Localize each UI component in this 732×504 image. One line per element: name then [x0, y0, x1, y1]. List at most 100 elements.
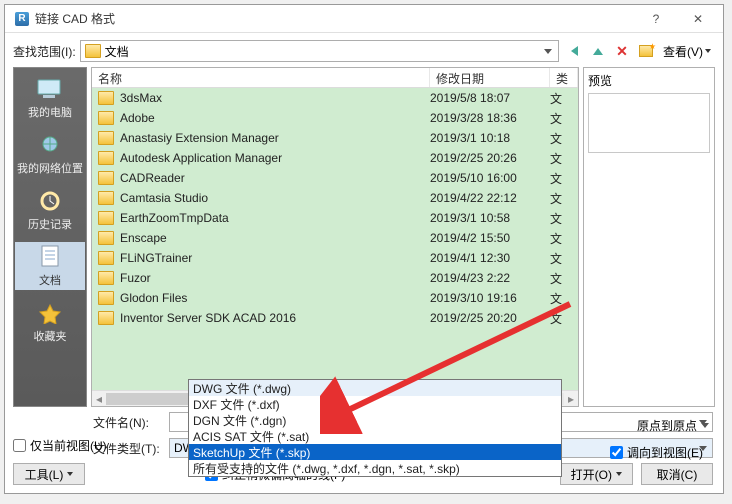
- file-list-header: 名称 修改日期 类: [92, 68, 578, 88]
- cancel-button[interactable]: 取消(C): [641, 463, 713, 485]
- scroll-right-icon[interactable]: ▸: [564, 392, 578, 406]
- folder-icon: [98, 131, 114, 145]
- delete-button[interactable]: ✕: [611, 40, 633, 62]
- folder-icon: [98, 291, 114, 305]
- file-row[interactable]: Autodesk Application Manager2019/2/25 20…: [92, 148, 578, 168]
- checkbox-input[interactable]: [13, 439, 26, 452]
- file-row[interactable]: EarthZoomTmpData2019/3/1 10:58文: [92, 208, 578, 228]
- folder-icon: [98, 211, 114, 225]
- file-name: Camtasia Studio: [120, 191, 430, 205]
- dropdown-option[interactable]: DWG 文件 (*.dwg): [189, 380, 561, 396]
- file-row[interactable]: 3dsMax2019/5/8 18:07文: [92, 88, 578, 108]
- back-button[interactable]: [563, 40, 585, 62]
- dropdown-option[interactable]: DGN 文件 (*.dgn): [189, 412, 561, 428]
- favorites-icon: [34, 300, 66, 326]
- app-logo-icon: R: [15, 12, 29, 26]
- dropdown-option-highlighted[interactable]: SketchUp 文件 (*.skp): [189, 444, 561, 460]
- sidebar-item-documents[interactable]: 文档: [15, 242, 85, 290]
- dropdown-option[interactable]: 所有受支持的文件 (*.dwg, *.dxf, *.dgn, *.sat, *.…: [189, 460, 561, 476]
- orient-to-view-checkbox[interactable]: 调向到视图(E): [610, 444, 703, 461]
- file-row[interactable]: Camtasia Studio2019/4/22 22:12文: [92, 188, 578, 208]
- folder-icon: [98, 271, 114, 285]
- file-name: EarthZoomTmpData: [120, 211, 430, 225]
- file-row[interactable]: CADReader2019/5/10 16:00文: [92, 168, 578, 188]
- file-date: 2019/5/10 16:00: [430, 171, 550, 185]
- file-name: Anastasiy Extension Manager: [120, 131, 430, 145]
- file-name: FLiNGTrainer: [120, 251, 430, 265]
- file-date: 2019/2/25 20:26: [430, 151, 550, 165]
- chevron-down-icon[interactable]: [701, 423, 709, 428]
- file-name: Inventor Server SDK ACAD 2016: [120, 311, 430, 325]
- sidebar-item-computer[interactable]: 我的电脑: [15, 74, 85, 122]
- folder-icon: [98, 171, 114, 185]
- preview-panel: 预览: [583, 67, 715, 407]
- folder-icon: [98, 191, 114, 205]
- file-type: 文: [550, 90, 578, 107]
- origin-label: 原点到原点: [637, 417, 697, 434]
- window-title: 链接 CAD 格式: [35, 10, 635, 27]
- file-row[interactable]: Glodon Files2019/3/10 19:16文: [92, 288, 578, 308]
- chevron-down-icon[interactable]: [540, 43, 556, 59]
- open-label: 打开(O): [571, 466, 612, 483]
- file-name: Glodon Files: [120, 291, 430, 305]
- file-date: 2019/4/2 15:50: [430, 231, 550, 245]
- file-name: Fuzor: [120, 271, 430, 285]
- file-row[interactable]: Inventor Server SDK ACAD 20162019/2/25 2…: [92, 308, 578, 328]
- file-date: 2019/5/8 18:07: [430, 91, 550, 105]
- checkbox-label: 仅当前视图(U): [30, 437, 107, 454]
- sidebar-label: 我的网络位置: [17, 160, 83, 176]
- file-date: 2019/3/1 10:18: [430, 131, 550, 145]
- file-row[interactable]: Anastasiy Extension Manager2019/3/1 10:1…: [92, 128, 578, 148]
- preview-area: [588, 93, 710, 153]
- history-icon: [34, 188, 66, 214]
- file-type: 文: [550, 110, 578, 127]
- file-row[interactable]: FLiNGTrainer2019/4/1 12:30文: [92, 248, 578, 268]
- dropdown-option[interactable]: ACIS SAT 文件 (*.sat): [189, 428, 561, 444]
- view-menu-button[interactable]: 查看(V): [659, 40, 715, 62]
- file-name: CADReader: [120, 171, 430, 185]
- view-label: 查看(V): [663, 43, 703, 60]
- file-row[interactable]: Fuzor2019/4/23 2:22文: [92, 268, 578, 288]
- places-sidebar: 我的电脑 我的网络位置 历史记录 文档 收藏夹: [13, 67, 87, 407]
- file-type: 文: [550, 230, 578, 247]
- network-icon: [34, 132, 66, 158]
- sidebar-item-favorites[interactable]: 收藏夹: [15, 298, 85, 346]
- folder-icon: [85, 44, 101, 58]
- folder-icon: [98, 311, 114, 325]
- title-bar: R 链接 CAD 格式 ? ✕: [5, 5, 723, 33]
- file-row[interactable]: Adobe2019/3/28 18:36文: [92, 108, 578, 128]
- only-current-view-checkbox[interactable]: 仅当前视图(U): [13, 437, 107, 454]
- folder-icon: [98, 231, 114, 245]
- sidebar-item-history[interactable]: 历史记录: [15, 186, 85, 234]
- col-type[interactable]: 类: [550, 68, 578, 87]
- file-row[interactable]: Enscape2019/4/2 15:50文: [92, 228, 578, 248]
- checkbox-input[interactable]: [610, 446, 623, 459]
- sidebar-item-network[interactable]: 我的网络位置: [15, 130, 85, 178]
- folder-icon: [98, 251, 114, 265]
- file-type: 文: [550, 290, 578, 307]
- file-type: 文: [550, 270, 578, 287]
- up-button[interactable]: [587, 40, 609, 62]
- file-name: Enscape: [120, 231, 430, 245]
- filetype-dropdown-list[interactable]: DWG 文件 (*.dwg) DXF 文件 (*.dxf) DGN 文件 (*.…: [188, 379, 562, 477]
- file-date: 2019/4/1 12:30: [430, 251, 550, 265]
- checkbox-label: 调向到视图(E): [627, 444, 703, 461]
- col-date[interactable]: 修改日期: [430, 68, 550, 87]
- folder-icon: [98, 111, 114, 125]
- lookin-combo[interactable]: 文档: [80, 40, 559, 62]
- scroll-left-icon[interactable]: ◂: [92, 392, 106, 406]
- file-type: 文: [550, 190, 578, 207]
- col-name[interactable]: 名称: [92, 68, 430, 87]
- file-date: 2019/3/10 19:16: [430, 291, 550, 305]
- close-button[interactable]: ✕: [677, 5, 719, 33]
- dropdown-option[interactable]: DXF 文件 (*.dxf): [189, 396, 561, 412]
- file-date: 2019/4/23 2:22: [430, 271, 550, 285]
- new-folder-button[interactable]: [635, 40, 657, 62]
- open-button[interactable]: 打开(O): [560, 463, 633, 485]
- file-date: 2019/2/25 20:20: [430, 311, 550, 325]
- tools-button[interactable]: 工具(L): [13, 463, 85, 485]
- chevron-down-icon: [67, 472, 73, 476]
- file-list[interactable]: 3dsMax2019/5/8 18:07文Adobe2019/3/28 18:3…: [92, 88, 578, 390]
- help-button[interactable]: ?: [635, 5, 677, 33]
- chevron-down-icon: [616, 472, 622, 476]
